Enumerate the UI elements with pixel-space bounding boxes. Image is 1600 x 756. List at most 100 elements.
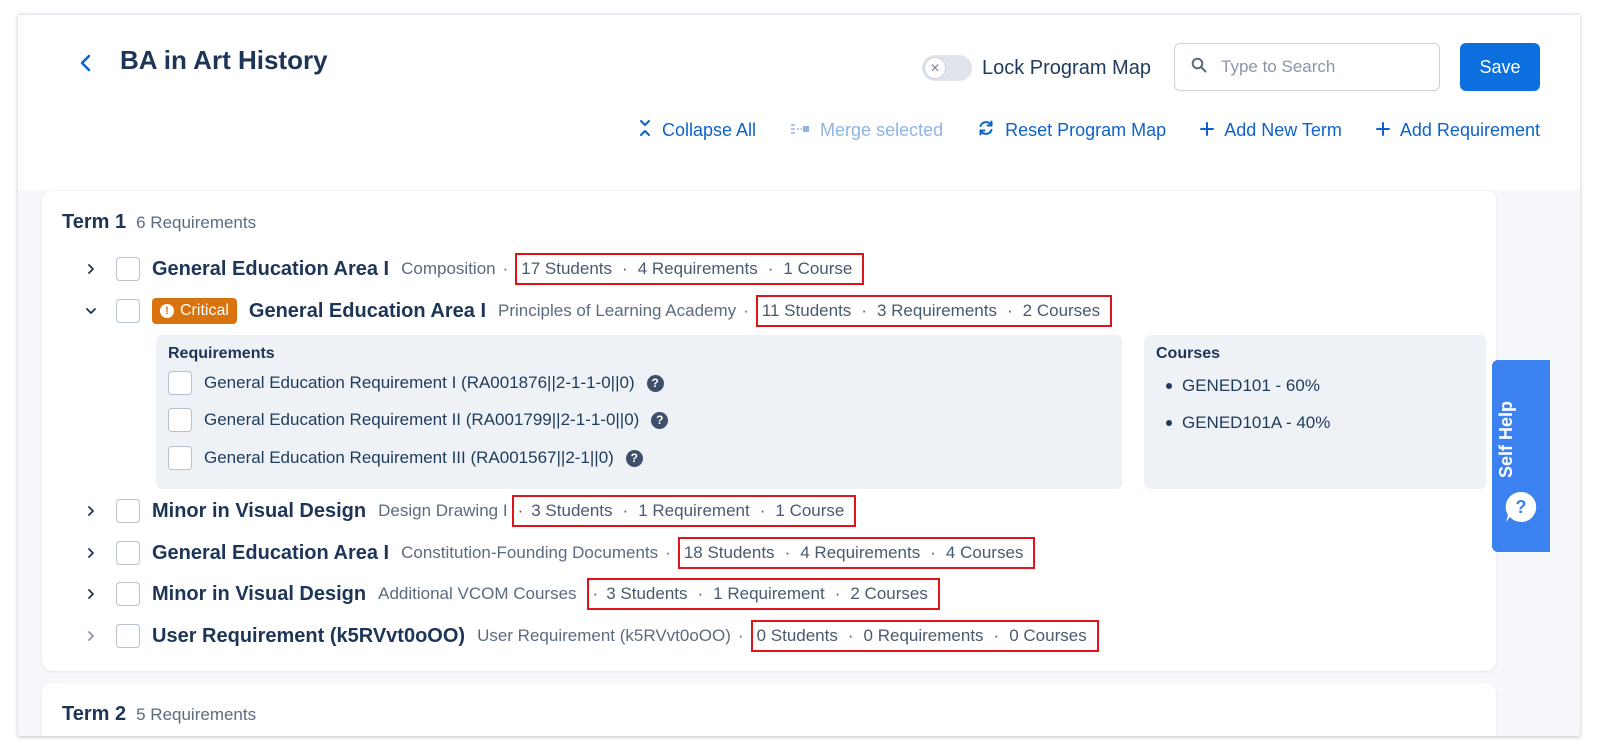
requirement-row: ! Critical General Education Area I Prin… [82,293,1113,329]
sub-requirement-label: General Education Requirement II (RA0017… [204,410,640,429]
student-count: 0 Students [756,626,838,645]
collapse-icon [638,119,652,142]
row-checkbox[interactable] [116,541,140,565]
chevron-right-icon[interactable] [82,502,100,520]
chevron-right-icon[interactable] [82,585,100,603]
page-title: BA in Art History [120,45,328,75]
lock-program-map-toggle[interactable]: ✕ [922,55,972,81]
sub-requirement-checkbox[interactable] [168,408,192,432]
term-1-header: Term 1 6 Requirements [62,211,256,234]
row-checkbox[interactable] [116,299,140,323]
requirement-count: 4 Requirements [637,259,758,278]
search-box [1174,43,1440,91]
requirement-stats: · 3 Students · 1 Requirement · 2 Courses [586,578,940,610]
sub-requirement-checkbox[interactable] [168,446,192,470]
add-requirement-button[interactable]: Add Requirement [1375,120,1540,141]
courses-panel: Courses GENED101 - 60% GENED101A - 40% [1144,335,1486,489]
collapse-all-label: Collapse All [661,120,757,140]
add-new-term-button[interactable]: Add New Term [1200,120,1342,141]
requirement-count: 0 Requirements [863,626,984,645]
requirement-title: User Requirement (k5RVvt0oOO) [152,624,466,647]
separator-dot: · [743,301,749,320]
app-window: BA in Art History ✕ Lock Program Map Sav… [18,14,1580,736]
program-map-toolbar: Collapse All Merge selected Reset Progra… [638,119,1540,142]
help-icon[interactable]: ? [625,449,643,467]
course-count: 2 Courses [1022,301,1101,320]
course-list-item: GENED101A - 40% [1166,413,1330,433]
requirement-title: General Education Area I [152,257,390,280]
requirement-row: Minor in Visual Design Additional VCOM C… [82,576,940,612]
requirement-subtitle: Constitution-Founding Documents [401,543,659,562]
self-help-tab[interactable]: Self Help ? [1492,360,1550,552]
save-button[interactable]: Save [1460,43,1540,91]
alert-icon: ! [160,304,174,318]
sub-requirement-checkbox[interactable] [168,371,192,395]
collapse-all-button[interactable]: Collapse All [638,119,756,142]
course-count: 1 Course [783,259,853,278]
page-header: BA in Art History ✕ Lock Program Map Sav… [18,15,1580,190]
badge-label: Critical [180,302,229,319]
requirement-count: 1 Requirement [638,501,750,520]
student-count: 3 Students [531,501,613,520]
requirement-row: User Requirement (k5RVvt0oOO) User Requi… [82,618,1099,654]
requirement-count: 3 Requirements [876,301,997,320]
course-count: 4 Courses [945,543,1024,562]
term-requirement-count: 5 Requirements [136,705,257,724]
sub-requirement-label: General Education Requirement III (RA001… [204,448,614,467]
add-requirement-label: Add Requirement [1399,120,1540,140]
term-name: Term 2 [62,703,127,725]
row-checkbox[interactable] [116,624,140,648]
help-icon[interactable]: ? [651,411,669,429]
chevron-right-icon[interactable] [82,260,100,278]
lock-program-map-toggle-group: ✕ Lock Program Map [922,55,1151,81]
requirement-subtitle: Additional VCOM Courses [378,584,577,603]
term-requirement-count: 6 Requirements [136,213,257,232]
term-2-card: Term 2 5 Requirements [42,683,1496,736]
course-label: GENED101A - 40% [1182,413,1331,432]
requirement-row: General Education Area I Constitution-Fo… [82,535,1036,571]
requirement-title: Minor in Visual Design [152,582,367,605]
requirement-stats: · 3 Students · 1 Requirement · 1 Course [511,495,857,527]
chevron-down-icon[interactable] [82,302,100,320]
merge-selected-button[interactable]: Merge selected [790,120,943,141]
requirement-row: General Education Area I Composition · 1… [82,251,865,287]
reset-program-map-button[interactable]: Reset Program Map [977,119,1166,142]
requirement-title: General Education Area I [152,541,390,564]
sub-requirement-item: General Education Requirement I (RA00187… [168,371,664,395]
refresh-icon [977,119,995,142]
chevron-right-icon[interactable] [82,627,100,645]
requirement-stats: 17 Students · 4 Requirements · 1 Course [515,253,865,285]
requirement-count: 4 Requirements [800,543,921,562]
add-new-term-label: Add New Term [1224,120,1342,140]
self-help-label: Self Help [1496,400,1516,478]
course-label: GENED101 - 60% [1182,376,1320,395]
term-name: Term 1 [62,211,127,233]
back-arrow-icon[interactable] [74,51,98,75]
help-icon[interactable]: ? [646,374,664,392]
course-count: 1 Course [775,501,845,520]
row-checkbox[interactable] [116,499,140,523]
term-2-header: Term 2 5 Requirements [62,703,256,726]
requirement-row: Minor in Visual Design Design Drawing I … [82,493,857,529]
term-1-card: Term 1 6 Requirements General Education … [42,191,1496,671]
requirement-title: Minor in Visual Design [152,499,367,522]
requirement-stats: 11 Students · 3 Requirements · 2 Courses [755,295,1113,327]
course-count: 2 Courses [850,584,928,603]
lock-program-map-label: Lock Program Map [982,56,1151,79]
row-checkbox[interactable] [116,582,140,606]
reset-program-map-label: Reset Program Map [1005,120,1167,140]
requirement-stats: 0 Students · 0 Requirements · 0 Courses [750,620,1099,652]
student-count: 18 Students [683,543,775,562]
course-list-item: GENED101 - 60% [1166,376,1320,396]
bullet [1166,383,1172,389]
row-checkbox[interactable] [116,257,140,281]
separator-dot: · [737,626,744,645]
search-input[interactable] [1219,56,1419,78]
requirements-panel: Requirements General Education Requireme… [156,335,1122,489]
close-icon: ✕ [924,57,946,79]
sub-requirement-item: General Education Requirement II (RA0017… [168,408,669,432]
student-count: 11 Students [761,301,852,320]
requirement-subtitle: Design Drawing I [378,501,508,520]
help-chat-icon: ? [1504,490,1538,524]
chevron-right-icon[interactable] [82,544,100,562]
